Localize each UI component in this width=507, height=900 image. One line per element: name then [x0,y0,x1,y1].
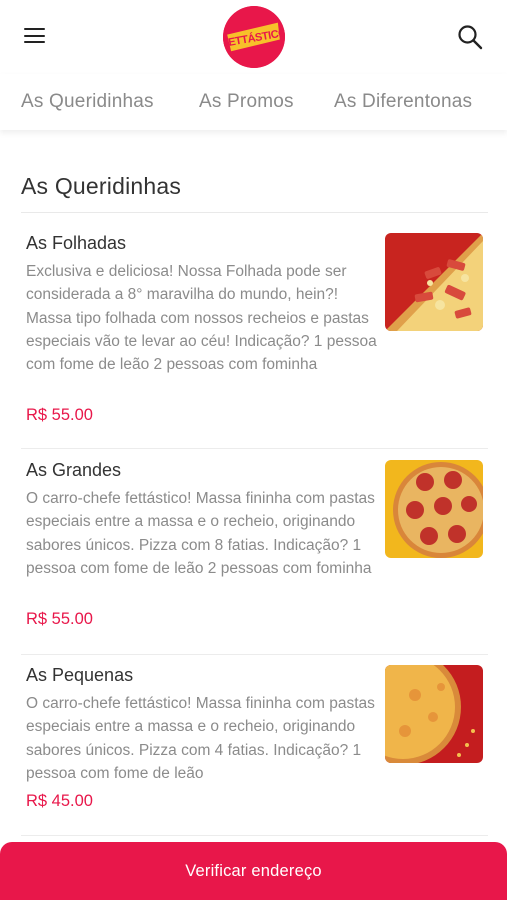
section-divider [21,212,488,213]
pizza-pepperoni-image [385,460,483,558]
item-description: O carro-chefe fettástico! Massa fininha … [26,695,375,782]
item-name: As Grandes [26,460,122,480]
item-name: As Folhadas [26,233,127,253]
item-divider [21,448,488,449]
tab-as-diferentonas[interactable]: As Diferentonas [334,91,472,113]
verify-address-button[interactable]: Verificar endereço [0,842,507,900]
item-divider [21,835,488,836]
menu-item-pequenas[interactable]: As Pequenas O carro-chefe fettástico! Ma… [21,665,488,842]
item-divider [21,654,488,655]
category-tabs: As Queridinhas As Promos As Diferentonas [0,74,507,130]
app-header: FETTÁSTICO [0,0,507,74]
menu-item-folhadas[interactable]: As Folhadas Exclusiva e deliciosa! Nossa… [21,233,488,449]
brand-logo-mark: FETTÁSTICO [223,6,285,68]
item-image [385,665,483,763]
item-price: R$ 55.00 [26,406,93,424]
tab-as-promos[interactable]: As Promos [199,91,294,113]
pizza-folhada-image [385,233,483,331]
search-icon[interactable] [456,23,484,51]
hamburger-menu-icon[interactable] [22,24,48,48]
item-price: R$ 45.00 [26,792,93,810]
brand-logo[interactable]: FETTÁSTICO [223,6,285,68]
item-description: Exclusiva e deliciosa! Nossa Folhada pod… [26,263,377,374]
menu-item-grandes[interactable]: As Grandes O carro-chefe fettástico! Mas… [21,460,488,655]
item-price: R$ 55.00 [26,610,93,628]
item-image [385,460,483,558]
item-name: As Pequenas [26,665,134,685]
item-description: O carro-chefe fettástico! Massa fininha … [26,490,375,577]
tab-as-queridinhas[interactable]: As Queridinhas [21,91,154,113]
menu-list[interactable]: As Queridinhas As Folhadas Exclusiva e d… [0,130,507,842]
item-image [385,233,483,331]
pizza-pequena-image [385,665,483,763]
section-title: As Queridinhas [21,173,182,199]
